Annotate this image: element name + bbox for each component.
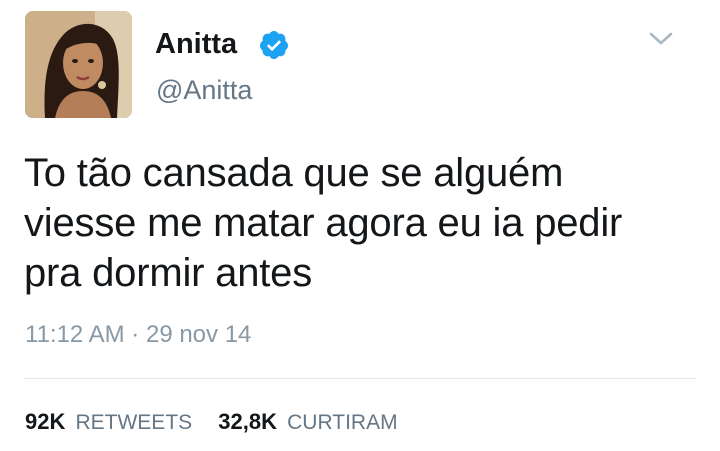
verified-badge-icon [259, 31, 288, 59]
author-handle[interactable]: @Anitta [156, 73, 252, 107]
likes-label: CURTIRAM [287, 411, 398, 434]
retweets-label: RETWEETS [75, 411, 193, 434]
tweet-text-line: viesse me matar agora eu ia pedir [24, 201, 623, 245]
tweet-time: 11:12 AM [25, 321, 125, 348]
likes-stat[interactable]: 32,8K CURTIRAM [218, 407, 397, 438]
tweet-date: 29 nov 14 [145, 321, 252, 348]
tweet-text-line: pra dormir antes [24, 251, 313, 295]
divider [24, 378, 696, 379]
timestamp-separator: · [131, 321, 140, 348]
chevron-down-icon[interactable] [646, 28, 676, 50]
retweets-count: 92K [25, 409, 66, 434]
likes-count: 32,8K [218, 409, 277, 434]
tweet-stats: 92K RETWEETS 32,8K CURTIRAM [25, 407, 418, 438]
tweet-timestamp[interactable]: 11:12 AM · 29 nov 14 [25, 319, 251, 351]
tweet-text-line: To tão cansada que se alguém [24, 151, 564, 195]
tweet-text: To tão cansada que se alguém viesse me m… [24, 148, 704, 298]
avatar-photo [25, 11, 132, 118]
retweets-stat[interactable]: 92K RETWEETS [25, 407, 192, 438]
tweet-card: Anitta @Anitta To tão cansada que se alg… [0, 0, 720, 451]
avatar[interactable] [25, 11, 132, 118]
author-display-name[interactable]: Anitta [155, 26, 237, 62]
